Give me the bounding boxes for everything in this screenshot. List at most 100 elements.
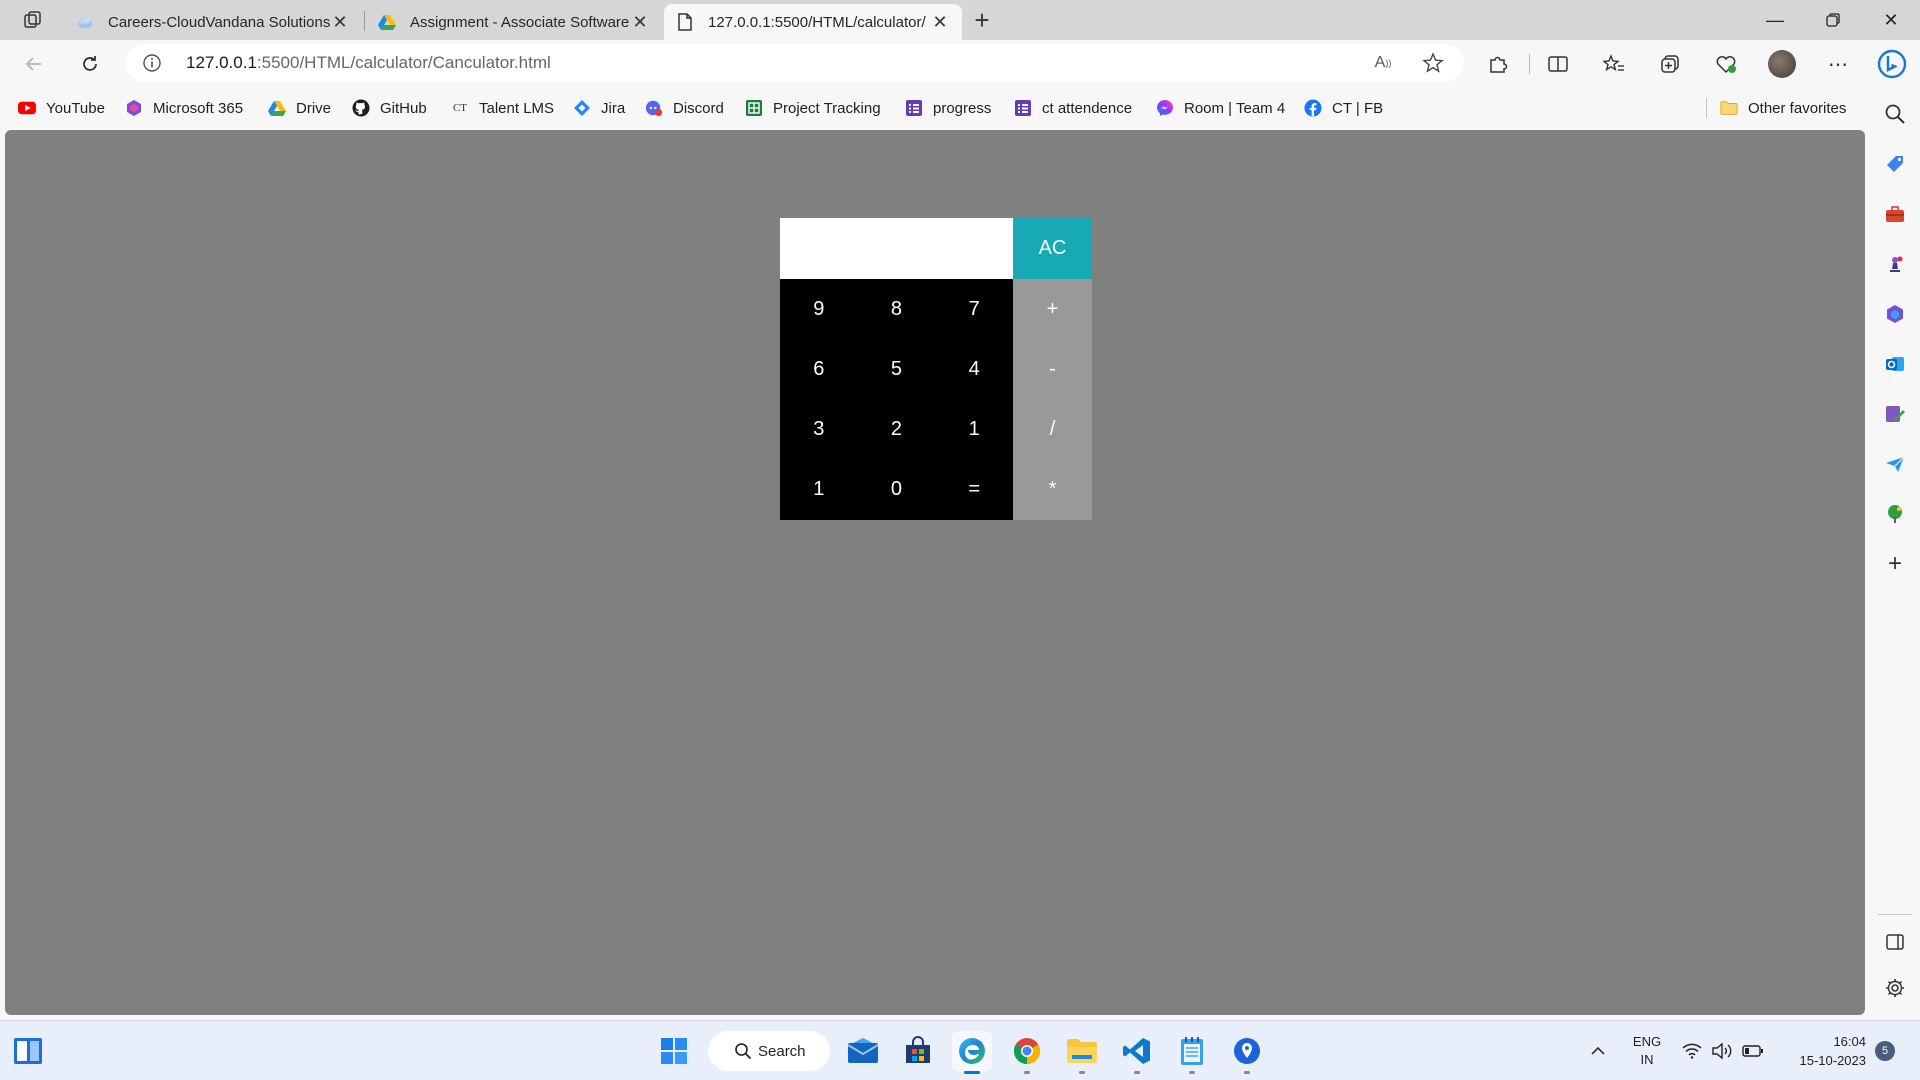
subtract-button[interactable]: - xyxy=(1013,339,1092,399)
sidebar-hide[interactable] xyxy=(1879,926,1911,958)
bookmark-project-tracking[interactable]: Project Tracking xyxy=(745,97,881,119)
notifications-button[interactable]: 5 xyxy=(1874,1021,1896,1080)
back-button[interactable] xyxy=(16,46,52,82)
read-aloud-icon[interactable]: A)) xyxy=(1368,48,1398,78)
tab-actions-button[interactable] xyxy=(14,6,52,34)
multiply-button[interactable]: * xyxy=(1013,460,1092,520)
bookmark-progress[interactable]: progress xyxy=(905,97,991,119)
sidebar-microsoft365[interactable] xyxy=(1879,298,1911,330)
profile-button[interactable] xyxy=(1764,46,1800,82)
extensions-button[interactable] xyxy=(1480,46,1516,82)
minimize-button[interactable]: — xyxy=(1748,0,1802,40)
bookmark-youtube[interactable]: YouTube xyxy=(18,97,105,119)
settings-more-button[interactable]: ⋯ xyxy=(1820,46,1856,82)
bookmark-drive[interactable]: Drive xyxy=(268,97,331,119)
bookmark-discord[interactable]: Discord xyxy=(645,97,724,119)
outlook-icon xyxy=(1886,357,1904,371)
sidebar-outlook[interactable] xyxy=(1879,348,1911,380)
taskbar-mail[interactable] xyxy=(843,1031,883,1071)
map-pin-icon xyxy=(1234,1038,1260,1064)
site-info-icon[interactable] xyxy=(142,53,162,73)
sidebar-editor[interactable] xyxy=(1879,398,1911,430)
tab-careers[interactable]: Careers-CloudVandana Solutions ✕ xyxy=(64,4,362,40)
collections-button[interactable] xyxy=(1652,46,1688,82)
copilot-button[interactable] xyxy=(1874,46,1910,82)
browser-essentials-button[interactable] xyxy=(1708,46,1744,82)
key-1-bottom[interactable]: 1 xyxy=(780,460,858,520)
gear-icon xyxy=(1886,979,1904,997)
favorite-star-icon[interactable] xyxy=(1418,48,1448,78)
tree-icon xyxy=(1888,505,1902,523)
close-tab-icon[interactable]: ✕ xyxy=(630,12,650,32)
key-1[interactable]: 1 xyxy=(935,400,1013,460)
add-button[interactable]: + xyxy=(1013,279,1092,339)
clear-button[interactable]: AC xyxy=(1013,218,1092,279)
bookmark-jira[interactable]: Jira xyxy=(573,97,625,119)
sidebar-settings[interactable] xyxy=(1879,972,1911,1004)
key-7[interactable]: 7 xyxy=(935,279,1013,339)
sidebar-shopping[interactable] xyxy=(1879,148,1911,180)
sidebar-games[interactable] xyxy=(1879,248,1911,280)
calculator-display[interactable] xyxy=(780,218,1013,279)
taskbar-store[interactable] xyxy=(898,1031,938,1071)
tab-strip: Careers-CloudVandana Solutions ✕ Assignm… xyxy=(0,0,1920,40)
taskbar-vscode[interactable] xyxy=(1117,1031,1157,1074)
edge-sidebar: + xyxy=(1870,88,1920,1020)
key-4[interactable]: 4 xyxy=(935,339,1013,399)
input-language[interactable]: ENG IN xyxy=(1628,1021,1666,1080)
taskbar-chrome[interactable] xyxy=(1007,1031,1047,1074)
favorites-button[interactable] xyxy=(1596,46,1632,82)
split-screen-button[interactable] xyxy=(1540,46,1576,82)
restore-button[interactable] xyxy=(1806,0,1860,40)
clock[interactable]: 16:04 15-10-2023 xyxy=(1776,1021,1867,1080)
tab-calculator[interactable]: 127.0.0.1:5500/HTML/calculator/ ✕ xyxy=(664,4,962,40)
other-favorites[interactable]: Other favorites xyxy=(1720,97,1846,119)
address-bar[interactable]: 127.0.0.1:5500/HTML/calculator/Canculato… xyxy=(126,44,1464,82)
taskbar-maps[interactable] xyxy=(1227,1031,1267,1074)
key-6[interactable]: 6 xyxy=(780,339,858,399)
other-favorites-label: Other favorites xyxy=(1748,99,1847,117)
bookmark-label: Room | Team 4 xyxy=(1184,99,1286,117)
start-button[interactable] xyxy=(654,1031,694,1071)
key-8[interactable]: 8 xyxy=(858,279,936,339)
close-window-button[interactable]: ✕ xyxy=(1864,0,1918,40)
key-2[interactable]: 2 xyxy=(858,400,936,460)
sidebar-search[interactable] xyxy=(1879,98,1911,130)
close-tab-icon[interactable]: ✕ xyxy=(930,12,950,32)
new-tab-button[interactable]: + xyxy=(966,5,998,35)
windows-logo-icon xyxy=(661,1038,687,1064)
windows-taskbar: Search ENG IN 16:04 15-10-2023 5 xyxy=(0,1020,1920,1080)
url-text[interactable]: 127.0.0.1:5500/HTML/calculator/Canculato… xyxy=(186,53,551,73)
key-0[interactable]: 0 xyxy=(858,460,936,520)
bookmark-ct-fb[interactable]: CT | FB xyxy=(1304,97,1383,119)
tab-assignment[interactable]: Assignment - Associate Software ✕ xyxy=(366,4,662,40)
bookmark-ct-attendence[interactable]: ct attendence xyxy=(1014,97,1132,119)
show-hidden-icons-button[interactable] xyxy=(1586,1021,1610,1080)
bookmark-microsoft365[interactable]: Microsoft 365 xyxy=(125,97,243,119)
sidebar-send[interactable] xyxy=(1879,448,1911,480)
sidebar-tree-app[interactable] xyxy=(1879,498,1911,530)
key-9[interactable]: 9 xyxy=(780,279,858,339)
sidebar-tools[interactable] xyxy=(1879,198,1911,230)
close-tab-icon[interactable]: ✕ xyxy=(330,12,350,32)
divide-button[interactable]: / xyxy=(1013,400,1092,460)
equals-button[interactable]: = xyxy=(935,460,1013,520)
quick-settings[interactable] xyxy=(1682,1021,1764,1080)
key-3[interactable]: 3 xyxy=(780,400,858,460)
refresh-button[interactable] xyxy=(72,46,108,82)
taskbar-edge[interactable] xyxy=(952,1031,992,1074)
active-indicator xyxy=(964,1071,980,1074)
bookmark-room-team4[interactable]: Room | Team 4 xyxy=(1156,97,1285,119)
widgets-button[interactable] xyxy=(8,1031,48,1071)
taskbar-file-explorer[interactable] xyxy=(1062,1031,1102,1074)
bookmark-talentlms[interactable]: CT Talent LMS xyxy=(451,97,554,119)
bookmark-github[interactable]: GitHub xyxy=(352,97,427,119)
sidebar-add[interactable]: + xyxy=(1879,548,1911,580)
taskbar-search[interactable]: Search xyxy=(708,1031,830,1071)
vscode-icon xyxy=(1123,1038,1150,1064)
running-indicator xyxy=(1079,1071,1085,1074)
page-icon xyxy=(676,13,694,31)
taskbar-notepad[interactable] xyxy=(1172,1031,1212,1074)
volume-icon xyxy=(1712,1042,1732,1060)
key-5[interactable]: 5 xyxy=(858,339,936,399)
